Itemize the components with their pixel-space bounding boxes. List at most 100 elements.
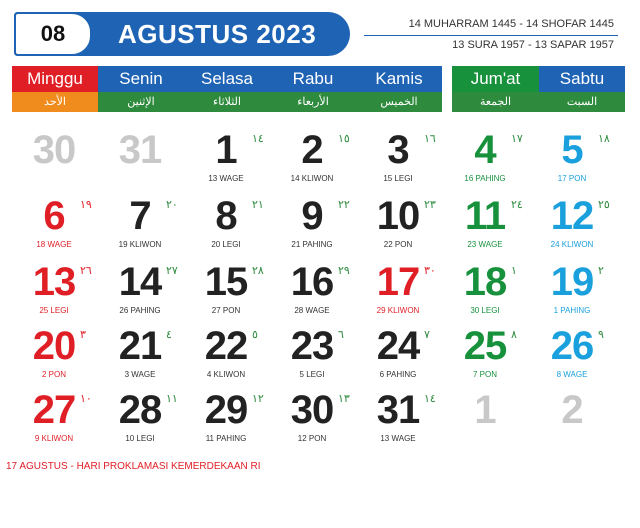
day-number: 1	[474, 388, 496, 432]
day-cell: 20 ٣ 2 PON	[18, 324, 104, 388]
day-cell: 23 ٦ 5 LEGI	[276, 324, 362, 388]
day-cell: 14 ٢٧ 26 PAHING	[104, 260, 190, 324]
weekday-arabic-name: الإثنين	[98, 92, 184, 112]
weekday-arabic-name: السبت	[539, 92, 625, 112]
day-number: 2	[561, 388, 583, 432]
day-cell: 18 ١ 30 LEGI	[449, 260, 535, 324]
hijri-day: ١٦	[424, 132, 436, 145]
day-cell: 31 ١٤ 13 WAGE	[362, 388, 448, 452]
pasaran-label: 16 PAHING	[464, 174, 506, 183]
hijri-day: ١١	[166, 392, 178, 405]
pasaran-label: 6 PAHING	[379, 370, 417, 379]
pasaran-label: 3 WAGE	[124, 370, 156, 379]
month-title: AGUSTUS 2023	[118, 19, 317, 49]
hijri-day: ٢٦	[80, 264, 92, 277]
month-number: 08	[40, 21, 66, 46]
day-cell: 25 ٨ 7 PON	[449, 324, 535, 388]
day-cell: 8 ٢١ 20 LEGI	[190, 194, 276, 258]
weekday-arabic-name: الثلاثاء	[184, 92, 270, 112]
day-cell: 3 ١٦ 15 LEGI	[362, 128, 448, 192]
day-cell: 29 ١٢ 11 PAHING	[190, 388, 276, 452]
hijri-day: ١٣	[338, 392, 350, 405]
hijri-day: ٦	[338, 328, 344, 341]
day-cell: 30	[18, 128, 104, 192]
hijri-day: ٢٥	[598, 198, 610, 211]
hijri-day: ١٨	[598, 132, 610, 145]
day-cell: 31	[104, 128, 190, 192]
weekday-arabic-name: الأربعاء	[270, 92, 356, 112]
day-cell: 13 ٢٦ 25 LEGI	[18, 260, 104, 324]
javanese-date-range: 13 SURA 1957 - 13 SAPAR 1957	[452, 39, 614, 51]
weekday-name: Minggu	[12, 66, 98, 92]
header-divider	[364, 35, 618, 36]
calendar-grid: 30 31 1 ١٤ 13 WAGE 2 ١٥ 14 KLIWON 3 ١٦ 15 LEGI 4 ١٧ 1…	[0, 128, 640, 450]
day-cell: 12 ٢٥ 24 KLIWON	[536, 194, 622, 258]
weekday-name: Jum'at	[452, 66, 539, 92]
hijri-day: ٢٧	[166, 264, 178, 277]
day-number: 31	[118, 128, 163, 172]
day-cell: 5 ١٨ 17 PON	[536, 128, 622, 192]
weekday-header-kamis: Kamis الخميس	[356, 66, 442, 112]
hijri-day: ٢٤	[511, 198, 523, 211]
day-cell: 1	[449, 388, 535, 452]
weekday-name: Senin	[98, 66, 184, 92]
hijri-day: ٥	[252, 328, 258, 341]
pasaran-label: 30 LEGI	[470, 306, 500, 315]
day-cell: 28 ١١ 10 LEGI	[104, 388, 190, 452]
hijri-day: ٢٠	[166, 198, 178, 211]
hijri-day: ٣	[80, 328, 86, 341]
weekday-name: Selasa	[184, 66, 270, 92]
hijri-day: ٤	[166, 328, 172, 341]
hijri-day: ٢٩	[338, 264, 350, 277]
day-cell: 19 ٢ 1 PAHING	[536, 260, 622, 324]
pasaran-label: 4 KLIWON	[206, 370, 246, 379]
weekday-name: Sabtu	[539, 66, 625, 92]
pasaran-label: 15 LEGI	[383, 174, 413, 183]
pasaran-label: 20 LEGI	[211, 240, 241, 249]
pasaran-label: 26 PAHING	[119, 306, 161, 315]
pasaran-label: 8 WAGE	[556, 370, 588, 379]
pasaran-label: 22 PON	[383, 240, 413, 249]
day-number: 30	[32, 128, 77, 172]
pasaran-label: 17 PON	[557, 174, 587, 183]
hijri-day: ٩	[598, 328, 604, 341]
pasaran-label: 14 KLIWON	[290, 174, 334, 183]
hijri-day: ١٤	[424, 392, 436, 405]
day-cell: 7 ٢٠ 19 KLIWON	[104, 194, 190, 258]
weekday-header-sabtu: Sabtu السبت	[539, 66, 625, 112]
hijri-day: ١٠	[80, 392, 92, 405]
hijri-day: ٣٠	[424, 264, 436, 277]
day-cell: 2	[536, 388, 622, 452]
weekday-arabic-name: الخميس	[356, 92, 442, 112]
pasaran-label: 10 LEGI	[125, 434, 155, 443]
day-cell: 16 ٢٩ 28 WAGE	[276, 260, 362, 324]
hijri-day: ١٩	[80, 198, 92, 211]
day-cell: 10 ٢٣ 22 PON	[362, 194, 448, 258]
calendar-header: 08 AGUSTUS 2023 14 MUHARRAM 1445 - 14 SH…	[0, 0, 640, 62]
pasaran-label: 27 PON	[211, 306, 241, 315]
day-cell: 2 ١٥ 14 KLIWON	[276, 128, 362, 192]
pasaran-label: 13 WAGE	[208, 174, 244, 183]
pasaran-label: 7 PON	[472, 370, 497, 379]
day-cell: 15 ٢٨ 27 PON	[190, 260, 276, 324]
hijri-day: ٢٨	[252, 264, 264, 277]
hijri-day: ٧	[424, 328, 430, 341]
pasaran-label: 19 KLIWON	[118, 240, 162, 249]
pasaran-label: 18 WAGE	[36, 240, 72, 249]
hijri-day: ١٧	[511, 132, 523, 145]
pasaran-label: 13 WAGE	[380, 434, 416, 443]
hijri-date-range: 14 MUHARRAM 1445 - 14 SHOFAR 1445	[408, 18, 614, 30]
pasaran-label: 21 PAHING	[291, 240, 333, 249]
day-cell: 26 ٩ 8 WAGE	[536, 324, 622, 388]
weekday-name: Rabu	[270, 66, 356, 92]
hijri-day: ٢	[598, 264, 604, 277]
hijri-day: ٢١	[252, 198, 264, 211]
weekday-arabic-name: الجمعة	[452, 92, 539, 112]
holiday-footnote: 17 AGUSTUS - HARI PROKLAMASI KEMERDEKAAN…	[6, 461, 261, 472]
pasaran-label: 11 PAHING	[205, 434, 247, 443]
day-cell: 17 ٣٠ 29 KLIWON	[362, 260, 448, 324]
weekday-header-senin: Senin الإثنين	[98, 66, 184, 112]
weekday-header-jumat: Jum'at الجمعة	[452, 66, 539, 112]
weekday-arabic-name: الأحد	[12, 92, 98, 112]
hijri-day: ٨	[511, 328, 517, 341]
